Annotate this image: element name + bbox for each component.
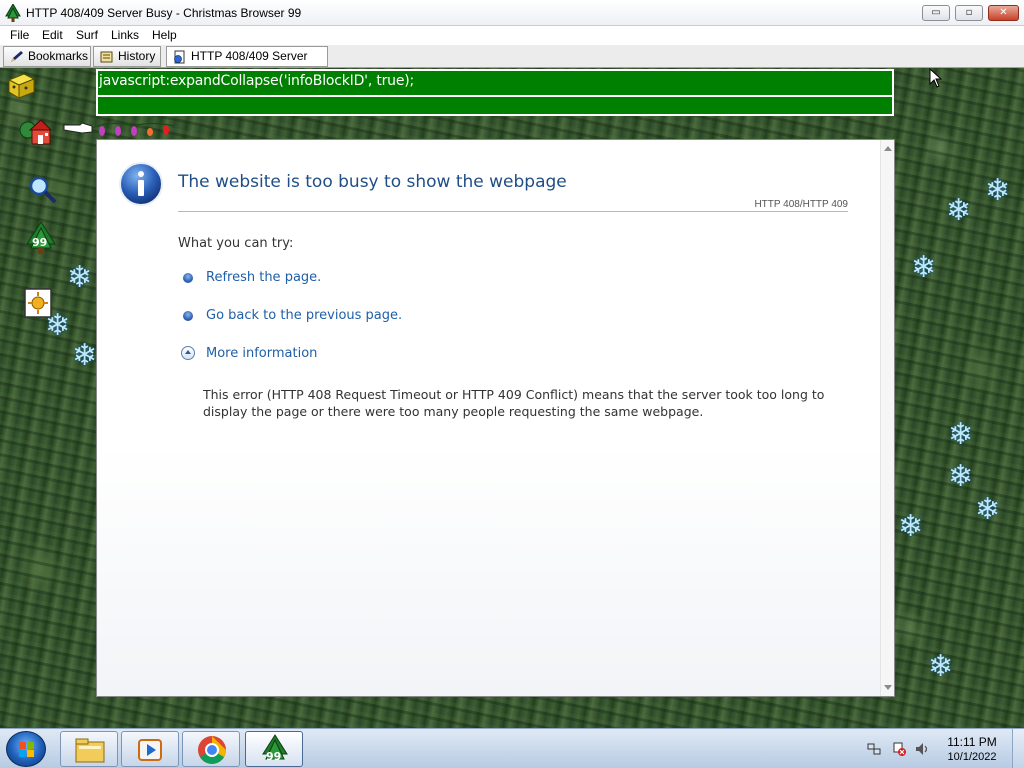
tab-bookmarks-label: Bookmarks <box>28 49 89 63</box>
menu-file[interactable]: File <box>10 28 29 42</box>
address-divider <box>98 95 892 97</box>
collapse-chevron-icon[interactable] <box>181 346 195 360</box>
menu-help[interactable]: Help <box>152 28 177 42</box>
taskbar: 99 11:11 PM 10/1/2022 <box>0 728 1024 768</box>
christmas-tree-99-icon[interactable]: 99 <box>24 221 58 256</box>
vertical-scrollbar[interactable] <box>880 140 894 696</box>
window-title: HTTP 408/409 Server Busy - Christmas Bro… <box>26 6 302 20</box>
christmas-lights-bar <box>62 118 177 138</box>
taskbar-chrome[interactable] <box>182 731 240 767</box>
close-icon: ✕ <box>999 7 1008 18</box>
scroll-up-icon[interactable] <box>884 146 892 151</box>
minimize-icon: ▭ <box>931 7 941 18</box>
snowflake-icon: ❄ <box>45 308 71 343</box>
snowflake-icon: ❄ <box>948 459 974 494</box>
magnifier-icon[interactable] <box>26 174 58 206</box>
pen-icon <box>11 51 23 62</box>
tab-history[interactable]: History <box>93 46 161 67</box>
pointing-hand-icon <box>63 122 175 136</box>
christmas-tree-icon <box>5 4 21 22</box>
chrome-icon <box>198 736 226 764</box>
bullet-icon <box>183 311 193 321</box>
tab-current-page[interactable]: HTTP 408/409 Server Busy <box>166 46 328 82</box>
error-code: HTTP 408/HTTP 409 <box>754 199 848 210</box>
folder-icon <box>75 738 105 763</box>
taskbar-file-explorer[interactable] <box>60 731 118 767</box>
snowflake-icon: ❄ <box>72 338 98 373</box>
maximize-button[interactable]: ▫ <box>955 5 983 21</box>
start-button[interactable] <box>6 731 46 767</box>
tab-bookmarks[interactable]: Bookmarks <box>3 46 91 67</box>
address-input[interactable]: javascript:expandCollapse('infoBlockID',… <box>99 73 414 89</box>
taskbar-media-player[interactable] <box>121 731 179 767</box>
title-bar: HTTP 408/409 Server Busy - Christmas Bro… <box>0 0 1024 26</box>
windows-logo-icon <box>19 742 34 757</box>
snowflake-icon: ❄ <box>975 492 1001 527</box>
refresh-link[interactable]: Refresh the page. <box>206 270 321 285</box>
close-button[interactable]: ✕ <box>988 5 1019 21</box>
go-back-link[interactable]: Go back to the previous page. <box>206 308 402 323</box>
snowflake-icon: ❄ <box>985 173 1011 208</box>
title-divider <box>178 211 848 212</box>
tab-bar: Bookmarks History HTTP 408/409 Server Bu… <box>0 45 1024 82</box>
taskbar-christmas-browser[interactable]: 99 <box>245 731 303 767</box>
minimize-button[interactable]: ▭ <box>922 5 950 21</box>
taskbar-badge-99: 99 <box>266 750 282 763</box>
menu-bar: File Edit Surf Links Help <box>0 26 1024 45</box>
scroll-down-icon[interactable] <box>884 685 892 690</box>
maximize-icon: ▫ <box>965 7 973 18</box>
gift-box-icon[interactable] <box>6 70 36 100</box>
snowflake-icon: ❄ <box>67 260 93 295</box>
flag-error-icon[interactable] <box>892 742 906 756</box>
error-description: This error (HTTP 408 Request Timeout or … <box>203 387 825 419</box>
snowflake-icon: ❄ <box>928 649 954 684</box>
media-player-icon <box>138 739 162 761</box>
info-icon <box>119 162 163 206</box>
menu-surf[interactable]: Surf <box>76 28 98 42</box>
snowflake-icon: ❄ <box>946 193 972 228</box>
clock-time[interactable]: 11:11 PM <box>940 735 1004 749</box>
scroll-icon <box>100 51 113 63</box>
error-page: The website is too busy to show the webp… <box>96 139 895 697</box>
more-information-link[interactable]: More information <box>206 346 317 361</box>
page-title: The website is too busy to show the webp… <box>178 172 567 192</box>
menu-links[interactable]: Links <box>111 28 139 42</box>
try-label: What you can try: <box>178 236 294 251</box>
snowflake-icon: ❄ <box>911 250 937 285</box>
tab-history-label: History <box>118 49 156 63</box>
mouse-cursor-icon <box>929 68 943 88</box>
badge-99: 99 <box>32 236 48 249</box>
network-icon[interactable] <box>867 742 881 756</box>
menu-edit[interactable]: Edit <box>42 28 63 42</box>
bullet-icon <box>183 273 193 283</box>
clock-date[interactable]: 10/1/2022 <box>940 751 1004 763</box>
snowflake-icon: ❄ <box>948 417 974 452</box>
show-desktop-button[interactable] <box>1012 729 1024 768</box>
home-icon[interactable] <box>18 116 52 148</box>
volume-icon[interactable] <box>915 742 929 756</box>
address-bar[interactable]: javascript:expandCollapse('infoBlockID',… <box>96 69 894 116</box>
page-icon <box>174 50 185 64</box>
snowflake-icon: ❄ <box>898 509 924 544</box>
